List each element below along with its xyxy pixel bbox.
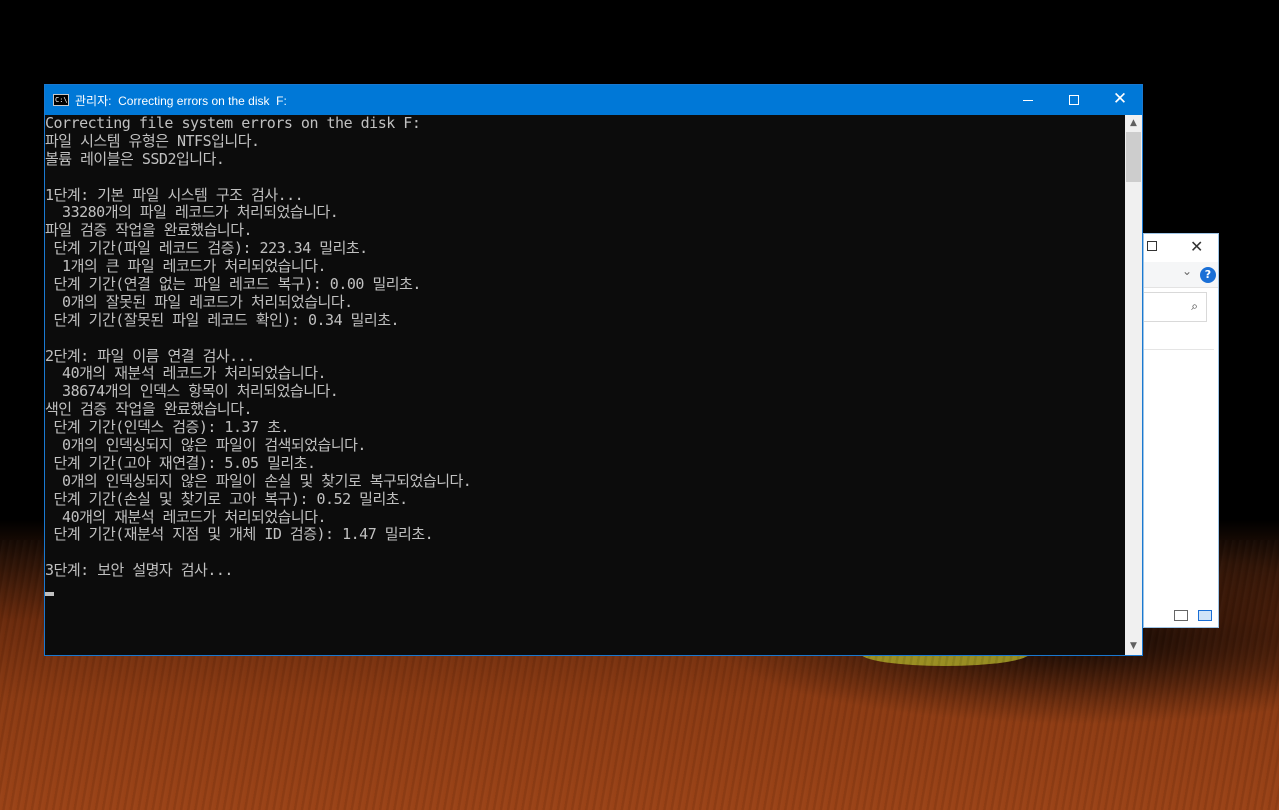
- divider: [1144, 349, 1214, 350]
- console-line: 33280개의 파일 레코드가 처리되었습니다.: [45, 203, 339, 222]
- text-cursor: [45, 592, 54, 597]
- console-line: 2단계: 파일 이름 연결 검사...: [45, 346, 255, 365]
- console-line: 색인 검증 작업을 완료했습니다.: [45, 400, 253, 419]
- maximize-button[interactable]: [1051, 85, 1097, 115]
- console-line: 0개의 인덱싱되지 않은 파일이 검색되었습니다.: [45, 436, 366, 455]
- console-line: 40개의 재분석 레코드가 처리되었습니다.: [45, 507, 327, 526]
- search-icon[interactable]: ⌕: [1191, 299, 1198, 314]
- maximize-icon[interactable]: [1147, 241, 1157, 251]
- console-line: 1개의 큰 파일 레코드가 처리되었습니다.: [45, 257, 327, 276]
- console-line: 1단계: 기본 파일 시스템 구조 검사...: [45, 185, 304, 204]
- cmd-icon-label: C:\: [55, 96, 68, 104]
- console-line: 단계 기간(재분석 지점 및 개체 ID 검증): 1.47 밀리초.: [45, 525, 434, 544]
- console-line: 볼륨 레이블은 SSD2입니다.: [45, 149, 225, 168]
- window-title: 관리자: Correcting errors on the disk F:: [75, 94, 287, 108]
- minimize-button[interactable]: [1005, 85, 1051, 115]
- scrollbar-thumb[interactable]: [1126, 132, 1141, 182]
- close-button[interactable]: ✕: [1097, 85, 1143, 115]
- search-input[interactable]: ⌕: [1144, 292, 1207, 322]
- console-titlebar[interactable]: C:\ 관리자: Correcting errors on the disk F…: [45, 85, 1142, 115]
- cmd-icon[interactable]: C:\: [53, 94, 69, 106]
- scroll-up-arrow-icon[interactable]: ▲: [1125, 115, 1142, 132]
- console-line: 0개의 잘못된 파일 레코드가 처리되었습니다.: [45, 292, 353, 311]
- close-icon[interactable]: ✕: [1190, 237, 1203, 256]
- scroll-down-arrow-icon[interactable]: ▼: [1125, 638, 1142, 655]
- explorer-titlebar[interactable]: ✕: [1144, 234, 1218, 262]
- explorer-window[interactable]: ✕ ⌄ ? ⌕: [1143, 233, 1219, 628]
- console-line: 3단계: 보안 설명자 검사...: [45, 561, 233, 580]
- details-view-icon[interactable]: [1174, 610, 1188, 621]
- console-line: 38674개의 인덱스 항목이 처리되었습니다.: [45, 382, 339, 401]
- console-line: 파일 검증 작업을 완료했습니다.: [45, 221, 253, 240]
- vertical-scrollbar[interactable]: ▲ ▼: [1125, 115, 1142, 655]
- console-line: 단계 기간(고아 재연결): 5.05 밀리초.: [45, 453, 317, 472]
- console-line: 단계 기간(손실 및 찾기로 고아 복구): 0.52 밀리초.: [45, 489, 409, 508]
- console-window[interactable]: C:\ 관리자: Correcting errors on the disk F…: [44, 84, 1143, 656]
- console-line: 0개의 인덱싱되지 않은 파일이 손실 및 찾기로 복구되었습니다.: [45, 471, 472, 490]
- console-line: 단계 기간(인덱스 검증): 1.37 초.: [45, 418, 290, 437]
- chevron-down-icon[interactable]: ⌄: [1182, 264, 1192, 278]
- help-icon[interactable]: ?: [1200, 267, 1216, 283]
- console-line: 40개의 재분석 레코드가 처리되었습니다.: [45, 364, 327, 383]
- console-output[interactable]: Correcting file system errors on the dis…: [45, 115, 1124, 655]
- large-icons-view-icon[interactable]: [1198, 610, 1212, 621]
- console-line: 단계 기간(잘못된 파일 레코드 확인): 0.34 밀리초.: [45, 310, 400, 329]
- console-line: 파일 시스템 유형은 NTFS입니다.: [45, 131, 260, 150]
- console-line: 단계 기간(파일 레코드 검증): 223.34 밀리초.: [45, 239, 369, 258]
- explorer-ribbon: ⌄ ?: [1144, 262, 1218, 288]
- console-line: 단계 기간(연결 없는 파일 레코드 복구): 0.00 밀리초.: [45, 275, 422, 294]
- console-line: Correcting file system errors on the dis…: [45, 115, 421, 132]
